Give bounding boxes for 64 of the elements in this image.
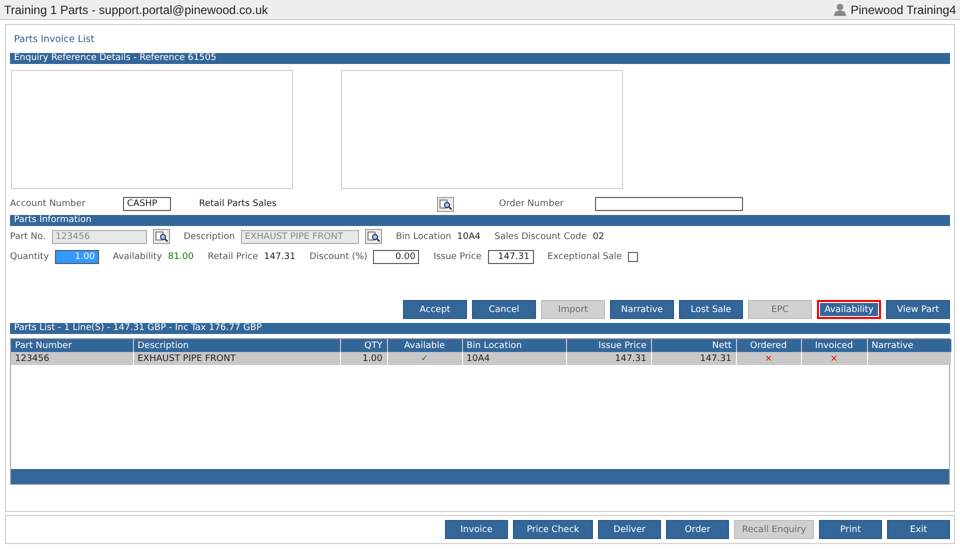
action-button[interactable]: Availability [817, 300, 881, 319]
input-field[interactable]: 0.00 [373, 250, 420, 264]
field-value: 147.31 [264, 252, 296, 262]
table-cell: 10A4 [466, 354, 490, 364]
table-cell: 147.31 [615, 354, 646, 364]
field-label: Bin Location [396, 232, 452, 242]
column-header[interactable]: Ordered [736, 339, 801, 352]
lookup-icon[interactable] [437, 196, 454, 212]
field-label: Part No. [10, 232, 46, 242]
toolbar-button[interactable]: Deliver [598, 520, 661, 539]
field-label: Discount (%) [309, 252, 368, 262]
section-header: Parts List - 1 Line(S) - 147.31 GBP - Inc Tax 176.77 GBP [10, 323, 950, 334]
column-header[interactable]: Bin Location [462, 339, 566, 352]
field-label: Exceptional Sale [548, 252, 622, 262]
action-button[interactable]: Accept [403, 300, 467, 319]
lookup-icon[interactable] [364, 229, 382, 244]
account-number-field[interactable]: CASHP [123, 197, 171, 211]
toolbar-button[interactable]: Invoice [445, 520, 508, 539]
toolbar-button[interactable]: Exit [887, 520, 950, 539]
column-header[interactable]: Issue Price [566, 339, 651, 352]
field-label: Issue Price [433, 252, 482, 262]
column-header[interactable]: Description [133, 339, 340, 352]
input-field[interactable]: 147.31 [488, 250, 534, 264]
table-cell: 123456 [15, 354, 50, 364]
field-label: Sales Discount Code [494, 232, 587, 242]
field-label: Quantity [10, 252, 49, 262]
field-value: 02 [592, 232, 604, 242]
user-icon [834, 3, 846, 16]
action-button[interactable]: Cancel [472, 300, 536, 319]
action-button[interactable]: Narrative [610, 300, 674, 319]
lookup-icon[interactable] [152, 229, 170, 244]
section-header: Enquiry Reference Details - Reference 61505 [10, 53, 950, 64]
column-header[interactable]: QTY [340, 339, 387, 352]
table-cell: 1.00 [362, 354, 382, 364]
page-title: Parts Invoice List [14, 34, 96, 47]
section-header: Parts Information [10, 215, 950, 226]
field-label: Description [184, 232, 235, 242]
column-header[interactable]: Available [387, 339, 462, 352]
cross-mark: × [830, 354, 838, 364]
table-cell: 147.31 [700, 354, 732, 364]
table-row[interactable]: 123456 EXHAUST PIPE FRONT 1.00 ✓ 10A4 147.31 147.31 × × [11, 352, 951, 365]
field-label: Availability [112, 252, 162, 262]
toolbar-button[interactable]: Price Check [513, 520, 593, 539]
column-header[interactable]: Narrative [867, 339, 951, 352]
field-value: 10A4 [457, 232, 480, 242]
table-cell: EXHAUST PIPE FRONT [138, 354, 236, 364]
user-name[interactable]: Pinewood Training4 [850, 2, 956, 16]
checkbox[interactable] [628, 252, 638, 262]
column-header[interactable]: Invoiced [801, 339, 867, 352]
cross-mark: × [764, 354, 772, 364]
field-value: 81.00 [168, 252, 194, 262]
window-title: Training 1 Parts - support.portal@pinewood.co.uk [4, 2, 268, 16]
field-label: Order Number [499, 199, 565, 209]
toolbar-button[interactable]: Order [666, 520, 729, 539]
account-name: Retail Parts Sales [199, 199, 278, 209]
toolbar-button[interactable]: Print [819, 520, 882, 539]
order-number-field[interactable] [595, 197, 743, 211]
field-label: Account Number [10, 199, 86, 209]
column-header[interactable]: Part Number [11, 339, 133, 352]
field-label: Retail Price [208, 252, 258, 262]
check-mark: ✓ [420, 354, 428, 364]
action-button[interactable]: View Part [886, 300, 950, 319]
column-header[interactable]: Nett [651, 339, 736, 352]
action-button[interactable]: Lost Sale [679, 300, 743, 319]
